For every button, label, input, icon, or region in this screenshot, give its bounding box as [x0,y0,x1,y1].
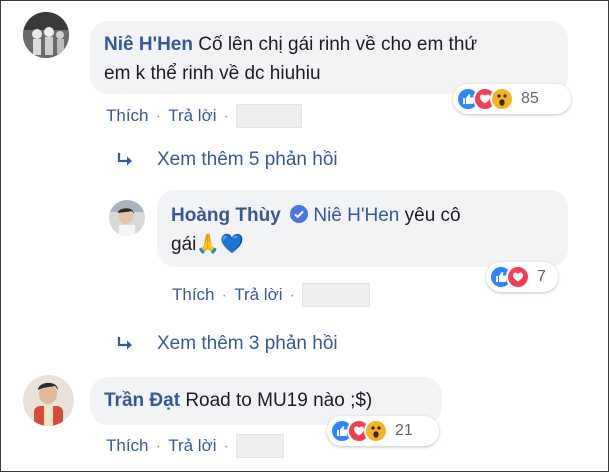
comment-text-line2: gái [171,234,197,255]
reply-arrow-icon [117,337,132,350]
like-link[interactable]: Thích [106,106,149,126]
comment-author[interactable]: Hoàng Thùy [171,205,281,226]
reaction-summary[interactable]: 21 [327,416,439,446]
view-more-replies[interactable]: Xem thêm 3 phản hồi [117,333,338,355]
reaction-count: 7 [537,268,546,285]
timestamp-redacted [236,104,303,128]
avatar[interactable] [23,12,69,58]
comment-text-line2: em k thể rinh về dc hiuhiu [104,63,321,84]
love-icon [506,265,530,289]
verified-badge-icon [290,205,309,223]
like-link[interactable]: Thích [172,285,215,305]
separator: · [289,285,296,304]
reply-arrow-icon [117,153,132,166]
view-more-replies[interactable]: Xem thêm 5 phản hồi [117,149,338,171]
reaction-summary[interactable]: 7 [486,262,558,292]
view-more-label[interactable]: Xem thêm 3 phản hồi [157,333,338,355]
view-more-label[interactable]: Xem thêm 5 phản hồi [157,149,338,171]
wow-icon [364,419,388,443]
separator: · [221,285,228,304]
wow-icon [490,87,514,111]
timestamp-redacted [302,283,371,307]
like-link[interactable]: Thích [106,436,149,456]
separator: · [155,106,162,125]
timestamp-redacted [236,434,285,458]
avatar-image [23,12,69,58]
separator: · [155,436,162,455]
separator: · [223,106,230,125]
avatar[interactable] [109,200,145,236]
avatar-image [23,375,74,426]
avatar[interactable] [23,375,74,426]
reply-link[interactable]: Trả lời [234,285,282,305]
reply-link[interactable]: Trả lời [168,436,216,456]
reply-link[interactable]: Trả lời [168,106,216,126]
mention-link[interactable]: Niê H'Hen [313,205,399,226]
reaction-count: 21 [395,422,413,439]
separator: · [223,436,230,455]
comment-bubble: Hoàng Thùy Niê H'Hen yêu cô gái🙏💙 [157,190,568,267]
comment-actions: Thích · Trả lời · [172,283,371,307]
avatar-image [109,200,145,236]
comment-text: Cố lên chị gái rinh về cho em thứ [198,34,478,55]
comment-actions: Thích · Trả lời · [106,104,303,128]
comment-author[interactable]: Trần Đạt [104,390,180,411]
comment-text: Road to MU19 nào ;$) [185,390,373,411]
reaction-count: 85 [521,90,539,107]
comment-author[interactable]: Niê H'Hen [104,34,193,55]
comment-emoji: 🙏💙 [196,234,244,255]
comment-actions: Thích · Trả lời · [106,434,285,458]
reaction-summary[interactable]: 85 [453,84,571,114]
comment-text: yêu cô [399,205,461,226]
